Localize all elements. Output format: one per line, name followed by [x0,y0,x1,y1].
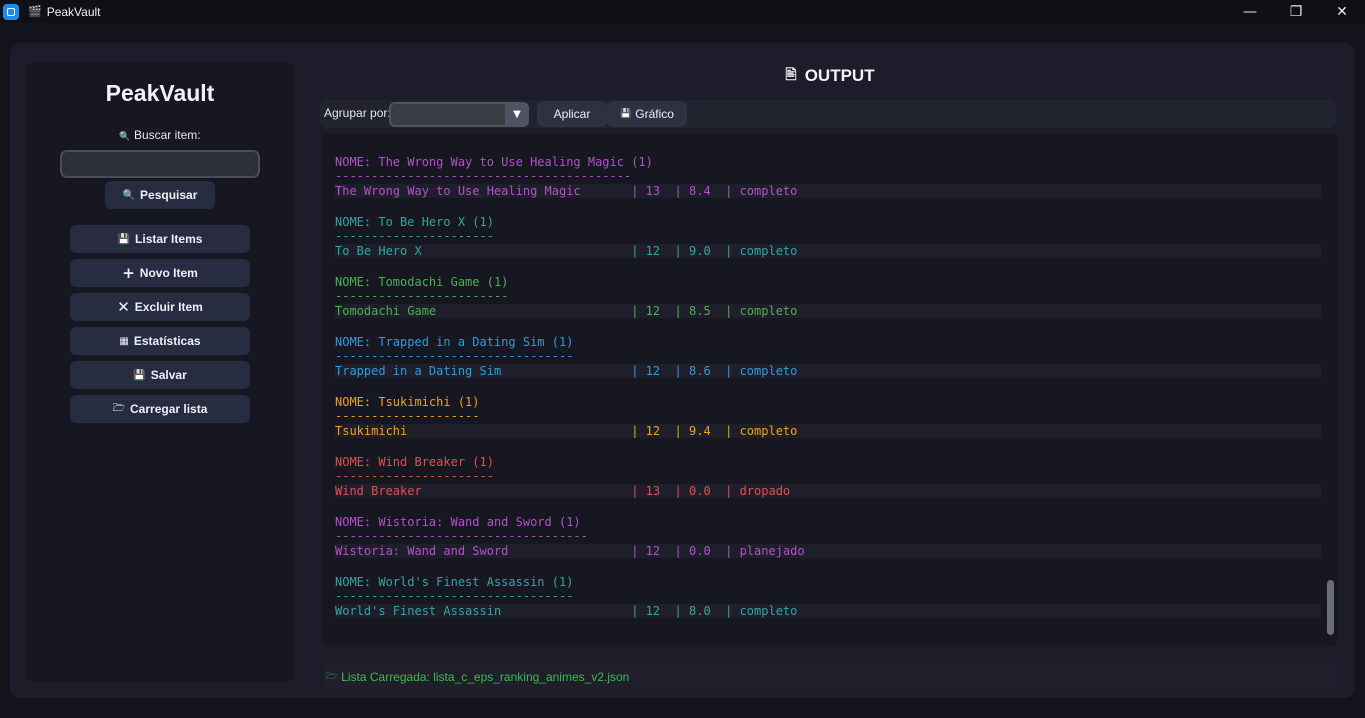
entry-row: Trapped in a Dating Sim | 12 | 8.6 | com… [335,364,798,378]
entry-separator: ----------------------------------- [335,529,588,543]
chart-icon: 💾 [620,109,632,119]
entry-row: Wistoria: Wand and Sword | 12 | 0.0 | pl… [335,544,805,558]
entry-header: NOME: Wind Breaker (1) [335,455,494,469]
entry-header: NOME: Trapped in a Dating Sim (1) [335,335,574,349]
entry-separator: ------------------------ [335,289,509,303]
brand-title: PeakVault [105,80,215,106]
scrollbar-thumb[interactable] [1327,580,1334,635]
new-item-button[interactable]: + Novo Item [70,259,250,287]
search-label: 🔍 Buscar item: [119,128,201,142]
apply-button[interactable]: Aplicar [537,101,607,127]
entry-row: The Wrong Way to Use Healing Magic | 13 … [335,184,798,198]
x-icon: ✕ [117,298,130,316]
minimize-button[interactable]: — [1227,0,1273,23]
load-list-button[interactable]: 🗁 Carregar lista [70,395,250,423]
title-bar: 🎬 PeakVault — ❐ ✕ [0,0,1365,23]
entry-header: NOME: World's Finest Assassin (1) [335,575,574,589]
status-message: 🗁 Lista Carregada: lista_c_eps_ranking_a… [326,670,630,684]
delete-item-button[interactable]: ✕ Excluir Item [70,293,250,321]
folder-icon: 🗁 [326,672,338,682]
entry-header: NOME: Tomodachi Game (1) [335,275,509,289]
entry-header: NOME: Tsukimichi (1) [335,395,480,409]
plus-icon: + [122,264,135,282]
floppy-icon: 💾 [117,233,131,245]
entry-separator: ---------------------- [335,469,494,483]
save-icon: 💾 [133,369,146,381]
clapper-icon: 🎬 [28,6,42,18]
chart-button[interactable]: 💾 Gráfico [607,101,687,127]
entry-row: Tomodachi Game | 12 | 8.5 | completo [335,304,798,318]
output-title: 🖹 OUTPUT [320,64,1340,88]
folder-icon: 🗁 [112,402,126,414]
entry-row: World's Finest Assassin | 12 | 8.0 | com… [335,604,798,618]
output-textbox[interactable] [322,134,1337,646]
search-icon: 🔍 [119,132,131,142]
entry-row: To Be Hero X | 12 | 9.0 | completo [335,244,798,258]
search-input[interactable] [60,150,260,178]
entry-header: NOME: Wistoria: Wand and Sword (1) [335,515,581,529]
entry-separator: ---------------------- [335,229,494,243]
chevron-down-icon[interactable]: ▼ [505,102,529,127]
entry-separator: ----------------------------------------… [335,169,632,183]
document-icon: 🖹 [785,67,797,83]
grid-icon: ▦ [119,335,129,347]
entry-row: Tsukimichi | 12 | 9.4 | completo [335,424,798,438]
list-items-button[interactable]: 💾 Listar Items [70,225,250,253]
entry-header: NOME: To Be Hero X (1) [335,215,494,229]
entry-separator: --------------------------------- [335,349,574,363]
save-button[interactable]: 💾 Salvar [70,361,250,389]
entry-separator: --------------------------------- [335,589,574,603]
window-title: PeakVault [46,4,101,19]
window-controls: — ❐ ✕ [1227,0,1365,23]
app-icon [3,3,19,20]
search-icon: 🔍 [122,189,136,201]
group-by-label: Agrupar por: [324,106,391,120]
entry-separator: -------------------- [335,409,480,423]
entry-header: NOME: The Wrong Way to Use Healing Magic… [335,155,653,169]
entry-row: Wind Breaker | 13 | 0.0 | dropado [335,484,791,498]
statistics-button[interactable]: ▦ Estatísticas [70,327,250,355]
maximize-button[interactable]: ❐ [1273,0,1319,23]
search-button[interactable]: 🔍 Pesquisar [105,181,215,209]
close-button[interactable]: ✕ [1319,0,1365,23]
